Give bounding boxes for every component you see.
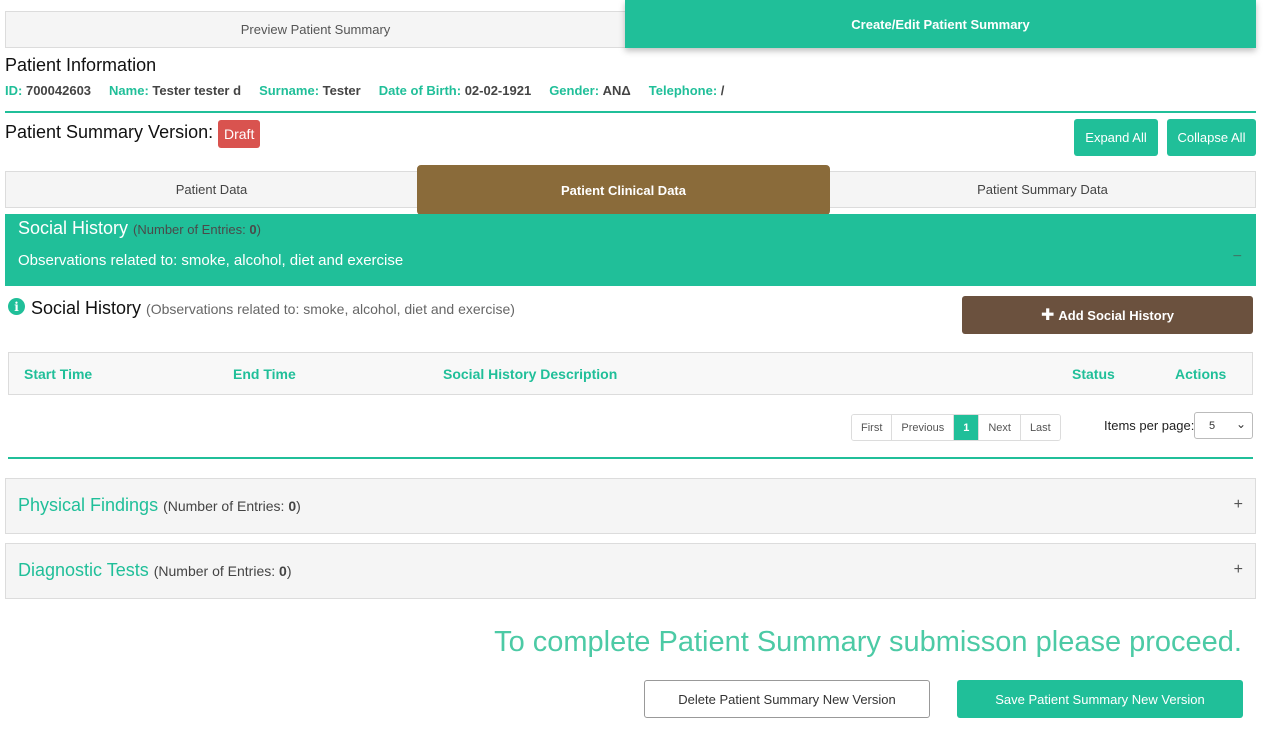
save-patient-summary-button[interactable]: Save Patient Summary New Version xyxy=(957,680,1243,718)
column-description[interactable]: Social History Description xyxy=(443,366,617,382)
tab-label: Patient Summary Data xyxy=(977,182,1108,197)
tab-patient-summary-data[interactable]: Patient Summary Data xyxy=(829,171,1256,208)
info-icon: i xyxy=(8,298,25,315)
expand-all-button[interactable]: Expand All xyxy=(1074,119,1158,156)
patient-summary-version-title: Patient Summary Version: xyxy=(5,122,214,142)
physical-findings-panel[interactable]: Physical Findings (Number of Entries: 0)… xyxy=(5,478,1256,534)
pagination-last[interactable]: Last xyxy=(1020,415,1060,440)
collapse-all-button[interactable]: Collapse All xyxy=(1167,119,1256,156)
add-social-history-button[interactable]: ✚ Add Social History xyxy=(962,296,1253,334)
column-actions: Actions xyxy=(1175,366,1227,382)
tab-patient-data[interactable]: Patient Data xyxy=(5,171,418,208)
patient-information-title: Patient Information xyxy=(5,55,157,75)
tab-label: Patient Clinical Data xyxy=(561,182,686,198)
divider xyxy=(5,111,1256,113)
physical-findings-title: Physical Findings xyxy=(18,495,159,515)
patient-id: ID: 700042603 xyxy=(5,83,92,98)
pagination-previous[interactable]: Previous xyxy=(892,415,955,440)
divider xyxy=(8,457,1253,459)
tab-label: Patient Data xyxy=(175,182,248,197)
column-start-time[interactable]: Start Time xyxy=(24,366,92,382)
items-per-page-select[interactable]: 5 ⌄ xyxy=(1194,412,1253,439)
chevron-down-icon: ⌄ xyxy=(1235,417,1246,431)
patient-gender: Gender: ΑΝΔ xyxy=(549,83,631,98)
social-history-table-header: Start Time End Time Social History Descr… xyxy=(8,352,1253,395)
diagnostic-tests-panel[interactable]: Diagnostic Tests (Number of Entries: 0) … xyxy=(5,543,1256,599)
proceed-message: To complete Patient Summary submisson pl… xyxy=(494,626,1242,658)
social-history-description: Observations related to: smoke, alcohol,… xyxy=(18,252,404,269)
patient-info-row: ID: 700042603 Name: Tester tester d Surn… xyxy=(5,83,724,98)
pagination-page-1[interactable]: 1 xyxy=(954,415,980,440)
tab-create-edit-patient-summary[interactable]: Create/Edit Patient Summary xyxy=(625,0,1256,48)
patient-surname: Surname: Tester xyxy=(259,83,361,98)
entries-count: (Number of Entries: 0) xyxy=(133,222,261,237)
delete-patient-summary-button[interactable]: Delete Patient Summary New Version xyxy=(644,680,930,718)
column-status[interactable]: Status xyxy=(1072,366,1115,382)
patient-name: Name: Tester tester d xyxy=(109,83,242,98)
pagination: First Previous 1 Next Last xyxy=(851,414,1061,441)
status-badge: Draft xyxy=(218,120,261,148)
patient-telephone: Telephone: / xyxy=(648,83,725,98)
diagnostic-tests-title: Diagnostic Tests xyxy=(18,560,149,580)
plus-icon: ✚ xyxy=(1041,307,1055,324)
social-history-heading: Social History (Number of Entries: 0) xyxy=(18,218,261,238)
tab-patient-clinical-data[interactable]: Patient Clinical Data xyxy=(417,165,830,215)
social-history-section-title: Social History (Observations related to:… xyxy=(31,298,515,318)
collapse-icon[interactable]: − xyxy=(1233,248,1242,266)
entries-count: (Number of Entries: 0) xyxy=(153,563,292,579)
tab-label: Create/Edit Patient Summary xyxy=(851,16,1030,32)
expand-icon[interactable]: + xyxy=(1234,561,1243,579)
tab-preview-patient-summary[interactable]: Preview Patient Summary xyxy=(5,11,626,48)
entries-count: (Number of Entries: 0) xyxy=(163,498,301,514)
patient-dob: Date of Birth: 02-02-1921 xyxy=(378,83,532,98)
social-history-panel-header[interactable]: Social History (Number of Entries: 0) Ob… xyxy=(5,214,1256,286)
items-per-page-label: Items per page: xyxy=(1104,418,1195,433)
column-end-time[interactable]: End Time xyxy=(233,366,296,382)
expand-icon[interactable]: + xyxy=(1234,496,1243,514)
pagination-next[interactable]: Next xyxy=(979,415,1021,440)
pagination-first[interactable]: First xyxy=(852,415,893,440)
tab-label: Preview Patient Summary xyxy=(240,22,391,37)
